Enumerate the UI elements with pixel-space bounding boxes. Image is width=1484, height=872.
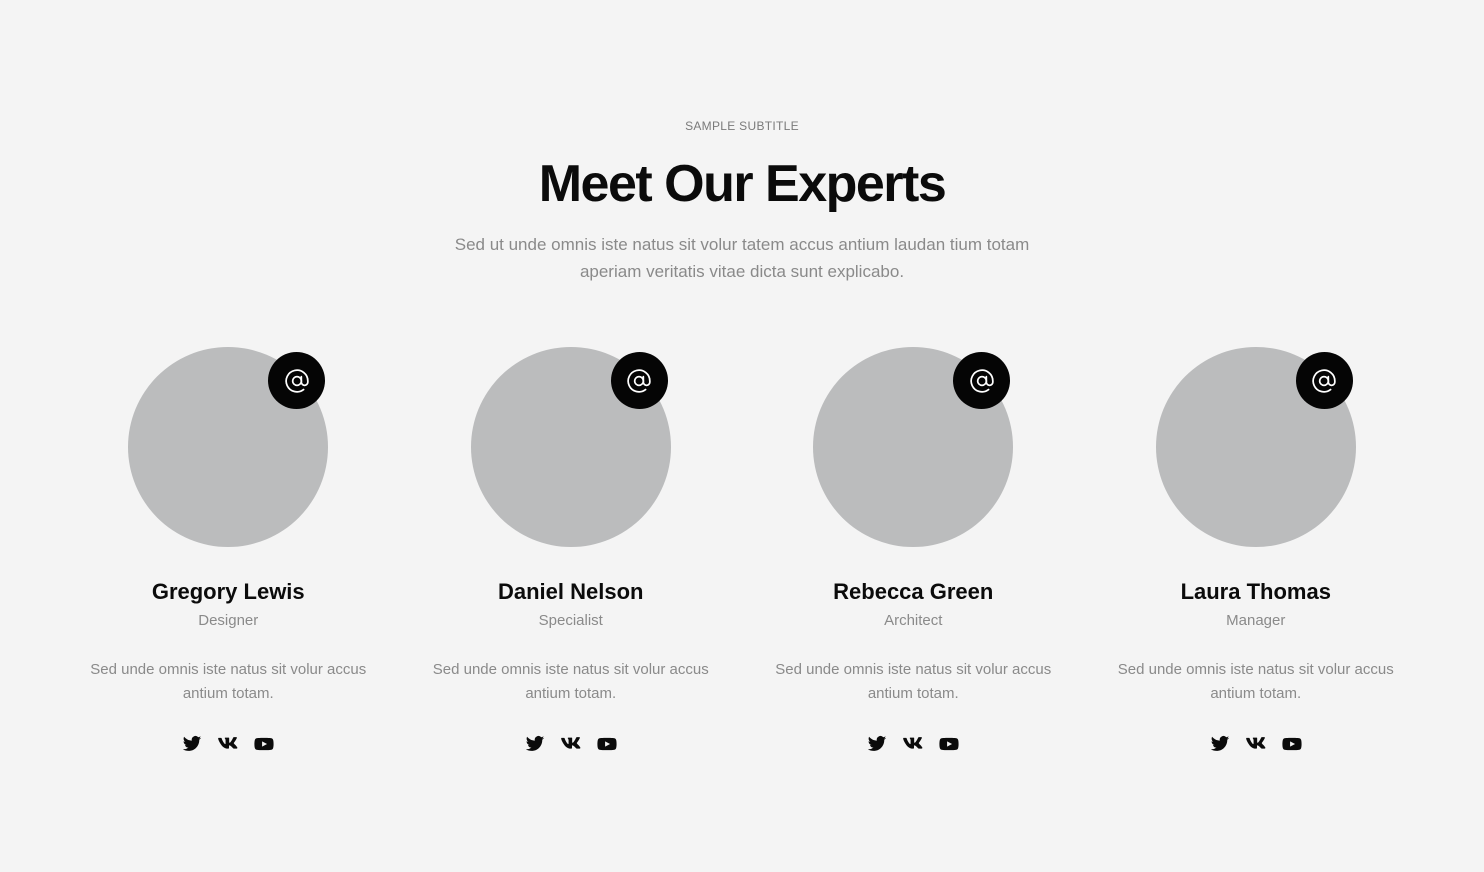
at-sign-icon [1312,368,1336,393]
at-sign-icon [970,368,994,393]
vk-link[interactable] [217,733,239,755]
social-links [866,733,960,755]
section-subtitle: SAMPLE SUBTITLE [685,119,799,133]
email-button[interactable] [268,352,326,409]
youtube-link[interactable] [938,733,960,755]
vk-link[interactable] [560,733,582,755]
avatar-container [1155,347,1356,547]
vk-link[interactable] [902,733,924,755]
section-title: Meet Our Experts [538,155,947,213]
youtube-icon [254,737,274,751]
twitter-link[interactable] [1209,733,1231,755]
twitter-link[interactable] [524,733,546,755]
team-grid: Gregory Lewis Designer Sed unde omnis is… [57,347,1427,755]
member-name: Laura Thomas [1180,579,1331,604]
twitter-icon [868,736,887,751]
social-links [1209,733,1303,755]
email-button[interactable] [953,352,1011,409]
member-bio: Sed unde omnis iste natus sit volur accu… [775,661,1052,702]
youtube-icon [1282,737,1302,751]
youtube-link[interactable] [1281,733,1303,755]
youtube-icon [597,737,617,751]
member-bio: Sed unde omnis iste natus sit volur accu… [432,661,709,702]
twitter-icon [525,736,544,751]
team-member-card: Daniel Nelson Specialist Sed unde omnis … [400,347,743,755]
member-name: Gregory Lewis [151,579,305,604]
team-member-card: Rebecca Green Architect Sed unde omnis i… [742,347,1085,755]
member-bio: Sed unde omnis iste natus sit volur accu… [90,661,367,702]
twitter-icon [1210,736,1229,751]
youtube-link[interactable] [596,733,618,755]
member-name: Rebecca Green [833,579,994,604]
member-role: Architect [884,612,943,629]
member-role: Specialist [538,612,603,629]
twitter-link[interactable] [181,733,203,755]
youtube-link[interactable] [253,733,275,755]
social-links [524,733,618,755]
at-sign-icon [285,368,309,393]
member-name: Daniel Nelson [498,579,644,604]
member-role: Manager [1226,612,1286,629]
email-button[interactable] [610,352,668,409]
avatar-container [813,347,1014,547]
twitter-link[interactable] [866,733,888,755]
vk-icon [1245,737,1266,749]
avatar-container [470,347,671,547]
member-bio: Sed unde omnis iste natus sit volur accu… [1117,661,1394,702]
avatar-container [128,347,329,547]
experts-section: SAMPLE SUBTITLE Meet Our Experts Sed ut … [0,0,1484,872]
vk-icon [560,737,581,749]
youtube-icon [939,737,959,751]
at-sign-icon [627,368,651,393]
section-intro: Sed ut unde omnis iste natus sit volur t… [454,235,1030,281]
vk-icon [218,737,238,749]
team-member-card: Gregory Lewis Designer Sed unde omnis is… [57,347,400,755]
member-role: Designer [198,612,259,629]
team-member-card: Laura Thomas Manager Sed unde omnis iste… [1085,347,1428,755]
vk-icon [903,737,923,749]
email-button[interactable] [1295,352,1353,409]
social-links [181,733,275,755]
vk-link[interactable] [1245,733,1267,755]
twitter-icon [183,736,202,751]
